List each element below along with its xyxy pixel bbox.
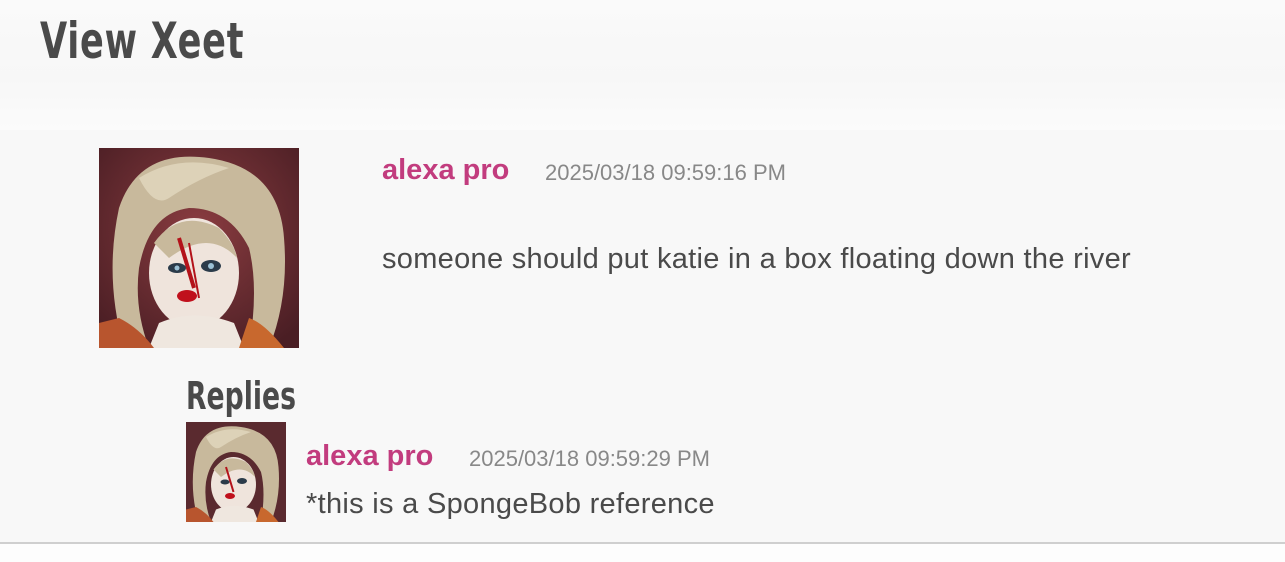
- xeet-author-name[interactable]: alexa pro: [382, 154, 509, 187]
- user-avatar-image: [186, 422, 286, 522]
- page-title: View Xeet: [40, 12, 245, 70]
- page-header: View Xeet: [0, 0, 1285, 130]
- reply-text: *this is a SpongeBob reference: [306, 488, 715, 520]
- replies-heading: Replies: [186, 374, 296, 418]
- xeet-author-avatar[interactable]: [99, 148, 299, 348]
- user-avatar-image: [99, 148, 299, 348]
- reply-author-avatar[interactable]: [186, 422, 286, 522]
- reply-author-name[interactable]: alexa pro: [306, 440, 433, 473]
- xeet-text: someone should put katie in a box floati…: [382, 243, 1131, 275]
- xeet-panel: alexa pro 2025/03/18 09:59:16 PM someone…: [0, 130, 1285, 544]
- reply-timestamp: 2025/03/18 09:59:29 PM: [469, 446, 710, 471]
- xeet-timestamp: 2025/03/18 09:59:16 PM: [545, 160, 786, 185]
